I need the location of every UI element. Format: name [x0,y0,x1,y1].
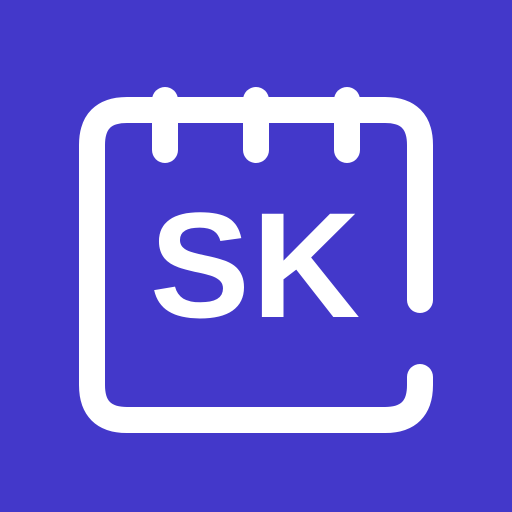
app-icon[interactable]: SK [0,0,512,512]
monogram: SK [149,181,363,349]
